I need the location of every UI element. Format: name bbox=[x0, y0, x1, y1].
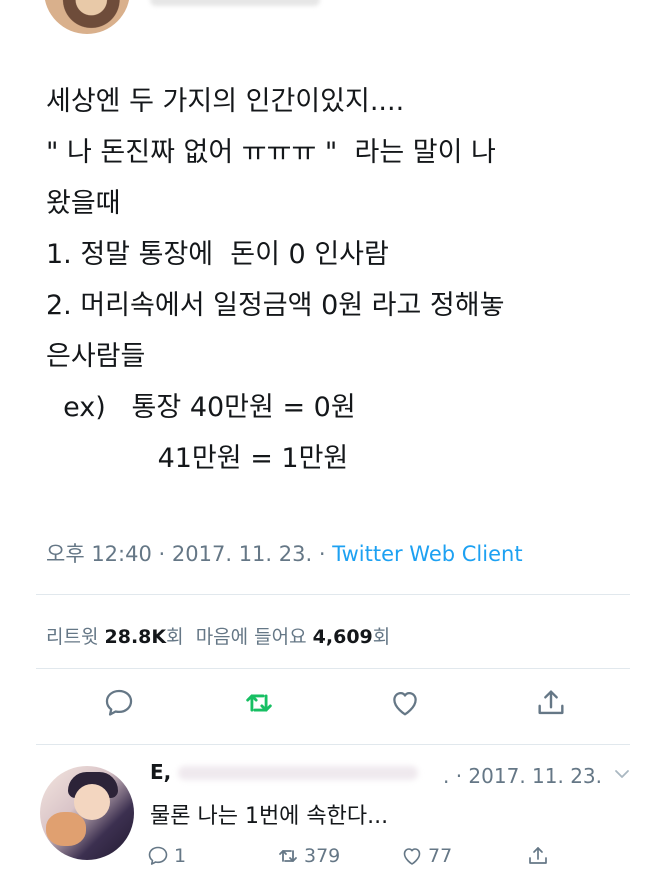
like-label: 마음에 들어요 bbox=[195, 626, 307, 648]
avatar-pet bbox=[46, 812, 86, 846]
meta-separator: · bbox=[158, 542, 166, 566]
tweet-line: 세상엔 두 가지의 인간이있지.... bbox=[46, 86, 405, 117]
tweet-time[interactable]: 오후 12:40 bbox=[46, 542, 152, 566]
reply-text: 물론 나는 1번에 속한다... bbox=[150, 804, 389, 829]
reply-share-button[interactable] bbox=[526, 842, 550, 870]
like-icon bbox=[403, 848, 421, 865]
retweet-count[interactable]: 28.8K bbox=[105, 626, 167, 648]
reply-handle-blurred bbox=[178, 766, 418, 780]
retweet-icon[interactable] bbox=[242, 686, 276, 720]
reply-icon[interactable] bbox=[102, 686, 136, 720]
tweet-date[interactable]: 2017. 11. 23. bbox=[172, 542, 312, 566]
retweet-unit: 회 bbox=[166, 626, 184, 648]
like-unit: 회 bbox=[372, 626, 391, 648]
like-icon[interactable] bbox=[388, 686, 422, 720]
reply-like-button[interactable]: 77 bbox=[400, 842, 452, 870]
tweet-line: 왔을때 bbox=[46, 188, 121, 219]
reply-retweet-count: 379 bbox=[304, 845, 341, 867]
tweet-stats: 리트윗 28.8K회 마음에 들어요 4,609회 bbox=[46, 622, 390, 649]
reply-reply-button[interactable]: 1 bbox=[146, 842, 186, 870]
reply-reply-count: 1 bbox=[174, 845, 187, 867]
share-icon bbox=[529, 847, 547, 864]
reply-tweet[interactable]: E, . · 2017. 11. 23. 물론 나는 1번에 속한다... 1 … bbox=[0, 760, 660, 870]
reply-icon bbox=[148, 846, 168, 865]
divider bbox=[36, 744, 630, 745]
tweet-meta: 오후 12:40 · 2017. 11. 23. · Twitter Web C… bbox=[46, 538, 523, 568]
like-count[interactable]: 4,609 bbox=[313, 626, 373, 648]
reply-actions: 1 379 77 bbox=[0, 842, 660, 870]
tweet-line: 2. 머리속에서 일정금액 0원 라고 정해놓 bbox=[46, 290, 505, 321]
chevron-down-icon[interactable] bbox=[612, 764, 632, 784]
author-handle-blurred bbox=[150, 0, 320, 6]
tweet-line: 41만원 = 1만원 bbox=[46, 443, 349, 474]
tweet-line: ex) 통장 40만원 = 0원 bbox=[46, 392, 356, 423]
tweet-line: 1. 정말 통장에 돈이 0 인사람 bbox=[46, 239, 389, 270]
tweet-line: " 나 돈진짜 없어 ㅠㅠㅠ " 라는 말이 나 bbox=[46, 137, 496, 168]
reply-date[interactable]: . · 2017. 11. 23. bbox=[443, 764, 602, 788]
retweet-label: 리트윗 bbox=[46, 626, 99, 648]
divider bbox=[36, 668, 630, 669]
retweet-icon bbox=[279, 850, 297, 862]
reply-author-name[interactable]: E, bbox=[150, 760, 171, 784]
tweet-text: 세상엔 두 가지의 인간이있지.... " 나 돈진짜 없어 ㅠㅠㅠ " 라는 … bbox=[46, 76, 646, 484]
reply-like-count: 77 bbox=[428, 845, 453, 867]
tweet-client[interactable]: Twitter Web Client bbox=[332, 542, 522, 566]
tweet-actions bbox=[0, 686, 660, 726]
share-icon[interactable] bbox=[534, 686, 568, 720]
tweet-line: 은사람들 bbox=[46, 341, 146, 372]
author-avatar[interactable] bbox=[44, 0, 130, 34]
divider bbox=[36, 594, 630, 595]
reply-retweet-button[interactable]: 379 bbox=[276, 842, 340, 870]
meta-separator: · bbox=[318, 542, 326, 566]
